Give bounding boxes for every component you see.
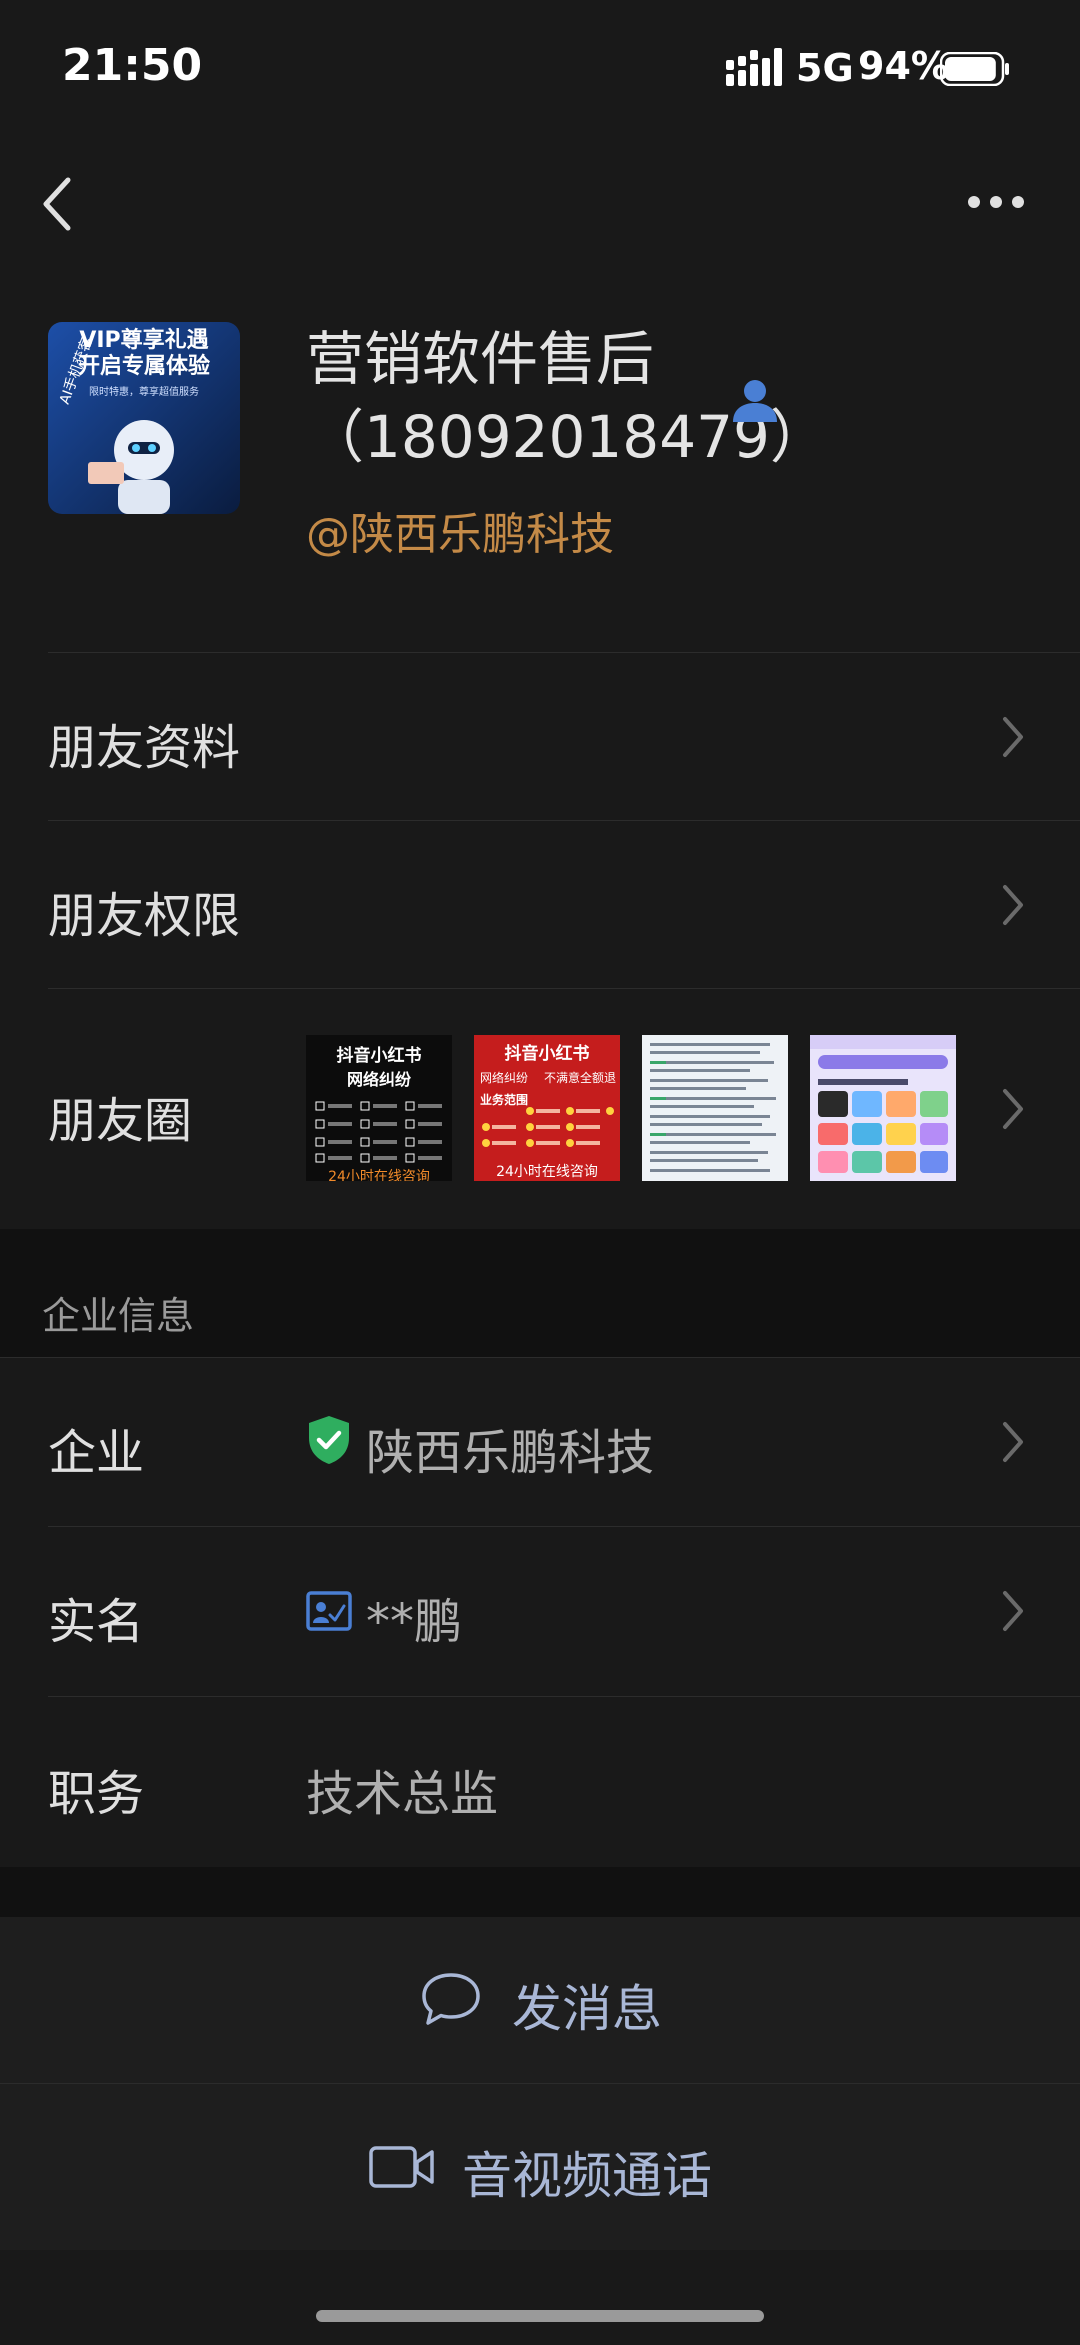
friend-permission-label: 朋友权限 <box>48 888 241 944</box>
battery-icon <box>940 52 1009 86</box>
chevron-left-icon[interactable] <box>38 174 78 234</box>
thumb-grid <box>315 1101 442 1163</box>
battery-percent: 94% <box>858 44 949 88</box>
friend-info-label: 朋友资料 <box>48 720 241 776</box>
thumb-title: 抖音小红书 <box>504 1044 590 1064</box>
position-value: 技术总监 <box>306 1766 499 1822</box>
thumb-app-image <box>810 1035 956 1173</box>
moments-thumbnail <box>810 1035 956 1181</box>
chevron-right-icon <box>1003 1591 1023 1631</box>
person-icon <box>733 380 777 422</box>
thumb-footer: 24小时在线咨询 <box>328 1169 430 1181</box>
thumb-title: 抖音小红书 <box>336 1046 422 1066</box>
video-camera-icon <box>369 2146 434 2188</box>
thumb-list <box>482 1107 614 1147</box>
avatar[interactable]: VIP尊享礼遇 开启专属体验 限时特惠，尊享超值服务 AI手机获客 <box>48 322 240 514</box>
enterprise-section-header: 企业信息 <box>0 1229 1080 1357</box>
thumb-footer: 24小时在线咨询 <box>496 1164 598 1180</box>
signal-icon <box>726 48 782 86</box>
more-dots-icon[interactable] <box>966 190 1026 214</box>
home-indicator[interactable] <box>316 2310 764 2322</box>
moments-label: 朋友圈 <box>48 1093 193 1149</box>
nav-bar <box>0 160 1080 250</box>
company-label: 企业 <box>48 1425 145 1481</box>
video-call-label: 音视频通话 <box>462 2147 712 2205</box>
send-message-label: 发消息 <box>512 1980 662 2038</box>
company-link[interactable]: @陕西乐鹏科技 <box>306 498 614 562</box>
id-card-icon <box>306 1591 352 1631</box>
chevron-right-icon <box>1003 885 1023 925</box>
realname-label: 实名 <box>48 1594 145 1650</box>
realname-value: **鹏 <box>366 1594 463 1650</box>
contact-name: 营销软件售后 <box>306 325 655 393</box>
company-value: 陕西乐鹏科技 <box>366 1425 655 1481</box>
thumb-tag: 不满意全额退 <box>544 1071 617 1085</box>
moments-thumbnail: 抖音小红书 网络纠纷 24小时在线咨询 <box>306 1035 452 1181</box>
moments-thumbnail <box>642 1035 788 1181</box>
chevron-right-icon <box>1003 717 1023 757</box>
chevron-right-icon <box>1003 1089 1023 1129</box>
chevron-right-icon <box>1003 1422 1023 1462</box>
verified-shield-icon <box>309 1416 349 1464</box>
friend-permission-row[interactable]: 朋友权限 <box>0 821 1080 987</box>
enterprise-position-row: 职务 技术总监 <box>0 1697 1080 1867</box>
enterprise-company-row[interactable]: 企业 陕西乐鹏科技 <box>0 1358 1080 1524</box>
moments-row[interactable]: 朋友圈 抖音小红书 网络纠纷 24小时在线咨询 抖音小红书 网络纠纷 不满意全额… <box>0 989 1080 1229</box>
video-call-button[interactable]: 音视频通话 <box>0 2084 1080 2250</box>
avatar-sub: 限时特惠，尊享超值服务 <box>89 387 199 398</box>
section-title: 企业信息 <box>42 1294 195 1338</box>
moments-thumbnail: 抖音小红书 网络纠纷 不满意全额退 业务范围 24小时在线咨询 <box>474 1035 620 1181</box>
network-type: 5G <box>796 46 854 90</box>
thumb-subtitle: 网络纠纷 <box>480 1071 529 1085</box>
section-spacer <box>0 1867 1080 1917</box>
thumb-subtitle: 网络纠纷 <box>346 1070 411 1089</box>
status-bar: 21:50 5G 94% <box>0 0 1080 140</box>
send-message-button[interactable]: 发消息 <box>0 1917 1080 2083</box>
thumb-text-image <box>650 1043 776 1172</box>
enterprise-realname-row[interactable]: 实名 **鹏 <box>0 1527 1080 1693</box>
chat-bubble-icon <box>422 1973 480 2025</box>
position-label: 职务 <box>48 1766 145 1822</box>
friend-info-row[interactable]: 朋友资料 <box>0 653 1080 819</box>
status-time: 21:50 <box>62 40 203 91</box>
